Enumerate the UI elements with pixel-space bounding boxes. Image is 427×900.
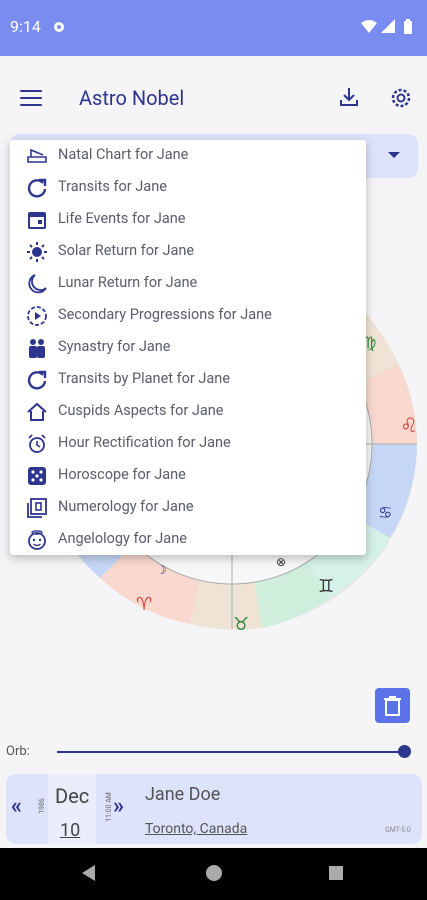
battery-icon [404,21,412,34]
person-card[interactable]: « 1986 Dec 10 11:00 AM » Jane Doe Toront… [6,774,422,844]
planet-glyph: ☽ [156,563,167,577]
sun-icon [26,241,48,263]
menu-item-transits[interactable]: Transits for Jane [10,172,366,204]
menu-item-synastry[interactable]: Synastry for Jane [10,332,366,364]
trash-icon [384,696,401,716]
birth-day[interactable]: 10 [60,820,80,841]
menu-item-label: Life Events for Jane [58,210,186,227]
menu-item-solar-return[interactable]: Solar Return for Jane [10,236,366,268]
menu-item-label: Natal Chart for Jane [58,146,189,163]
menu-item-label: Lunar Return for Jane [58,274,198,291]
menu-item-label: Solar Return for Jane [58,242,195,259]
download-icon[interactable] [338,86,360,112]
orb-slider-thumb[interactable] [398,745,411,758]
menu-item-lunar-return[interactable]: Lunar Return for Jane [10,268,366,300]
birth-time: 11:00 AM [104,792,113,822]
gear-icon[interactable] [389,86,413,114]
person-name: Jane Doe [145,784,221,805]
chevron-down-icon [388,152,400,158]
next-date-button[interactable]: » [113,794,124,819]
menu-icon[interactable] [20,90,42,108]
house-icon [26,401,48,423]
menu-item-numerology[interactable]: Numerology for Jane [10,492,366,524]
recent-apps-icon[interactable] [329,866,343,880]
navigation-bar [0,848,427,900]
menu-item-label: Angelology for Jane [58,530,187,547]
dice-icon [26,465,48,487]
date-box[interactable]: Dec 10 [48,774,96,844]
gemini-sign: ♊ [318,576,334,597]
angel-icon [26,529,48,551]
leo-sign: ♌ [400,413,418,437]
app-bar: Astro Nobel [0,68,427,130]
delete-button[interactable] [375,688,410,723]
menu-item-secondary-progressions[interactable]: Secondary Progressions for Jane [10,300,366,332]
home-icon[interactable] [206,865,222,881]
refresh-icon [26,177,48,199]
menu-item-label: Horoscope for Jane [58,466,186,483]
menu-item-label: Transits for Jane [58,178,167,195]
settings-status-icon [52,19,66,38]
menu-item-label: Numerology for Jane [58,498,194,515]
play-circle-icon [26,305,48,327]
taurus-sign: ♉ [233,614,249,635]
person-place[interactable]: Toronto, Canada [145,821,247,837]
menu-item-hour-rectification[interactable]: Hour Rectification for Jane [10,428,366,460]
alarm-clock-icon [26,433,48,455]
calendar-icon [26,209,48,231]
birth-month: Dec [55,784,90,808]
orb-label: Orb: [6,744,30,759]
signal-icon [381,19,395,33]
menu-item-transits-by-planet[interactable]: Transits by Planet for Jane [10,364,366,396]
orb-slider-track[interactable] [57,751,405,753]
status-icons [361,19,415,39]
chart-type-menu: Natal Chart for Jane Transits for Jane L… [10,140,366,555]
previous-date-button[interactable]: « [11,794,22,819]
cancer-sign: ♋ [378,503,392,522]
menu-item-label: Cuspids Aspects for Jane [58,402,224,419]
menu-item-label: Transits by Planet for Jane [58,370,231,387]
aries-sign: ♈ [136,594,152,615]
refresh-icon [26,369,48,391]
status-time: 9:14 [10,17,41,36]
menu-item-label: Synastry for Jane [58,338,171,355]
menu-item-cuspids-aspects[interactable]: Cuspids Aspects for Jane [10,396,366,428]
menu-item-natal-chart[interactable]: Natal Chart for Jane [10,140,366,172]
status-bar: 9:14 [0,0,427,56]
couple-icon [26,337,48,359]
wifi-icon [361,20,377,33]
menu-item-label: Secondary Progressions for Jane [58,306,272,323]
timezone-label: GMT-5.0 [385,826,411,834]
menu-item-angelology[interactable]: Angelology for Jane [10,524,366,556]
menu-item-life-events[interactable]: Life Events for Jane [10,204,366,236]
menu-item-horoscope[interactable]: Horoscope for Jane [10,460,366,492]
moon-icon [26,273,48,295]
menu-item-label: Hour Rectification for Jane [58,434,231,451]
numerology-icon [26,497,48,519]
back-icon[interactable] [82,865,95,881]
birth-year: 1986 [37,798,46,814]
natal-chart-icon [26,145,48,167]
planet-glyph: ⊗ [276,555,286,569]
app-title: Astro Nobel [79,86,185,110]
